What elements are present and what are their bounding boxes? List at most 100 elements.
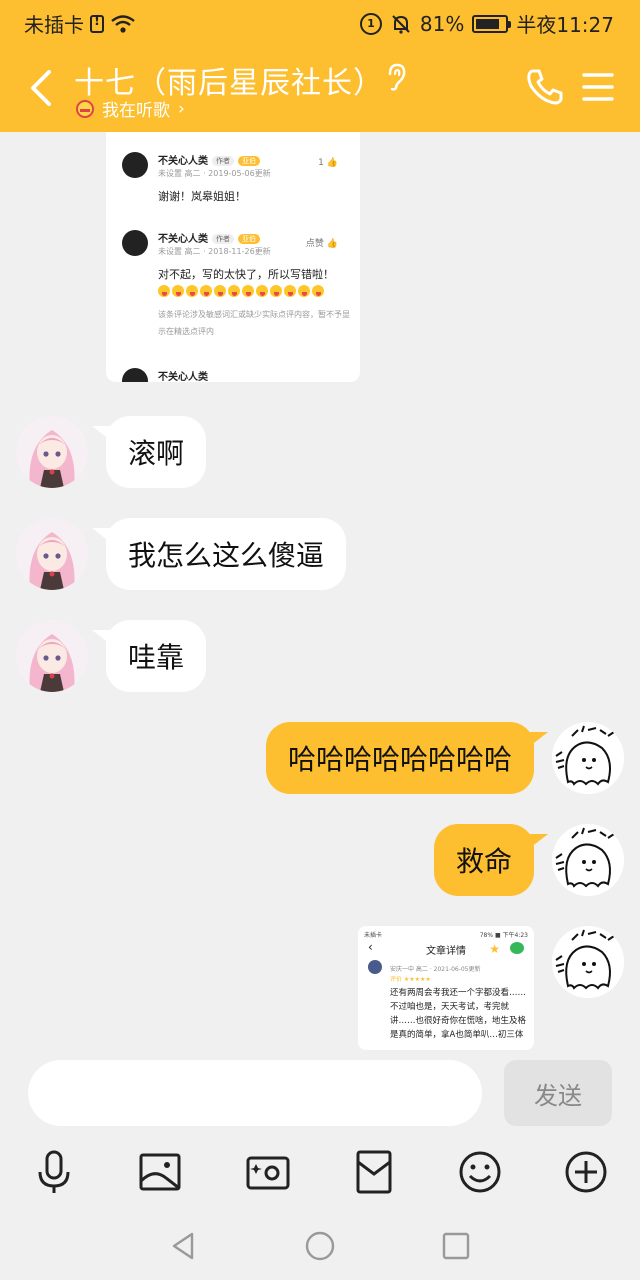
- wechat-icon: [510, 942, 524, 954]
- doodle-ghost-avatar-icon: [552, 722, 624, 794]
- carrier-label: 未插卡: [24, 13, 84, 37]
- inner-meta: 安庆一中 高二 · 2021-06-05更新: [390, 966, 481, 973]
- comment-meta: 未设置 高二 · 2019-05-06更新: [158, 169, 271, 178]
- tongue-emoji-icon: [186, 285, 198, 297]
- hd-call-icon: 1: [359, 12, 382, 35]
- chevron-left-icon: [31, 70, 51, 106]
- avatar[interactable]: [16, 416, 88, 488]
- status-subtitle[interactable]: 我在听歌 ›: [76, 96, 185, 121]
- avatar[interactable]: [16, 518, 88, 590]
- tongue-emoji-icon: [172, 285, 184, 297]
- like-label: 点赞: [305, 239, 324, 249]
- back-triangle-icon[interactable]: [164, 1226, 204, 1266]
- sim-alert-icon: [90, 14, 104, 33]
- comment-body: 谢谢！岚皋姐姐！: [158, 190, 246, 203]
- image-icon[interactable]: [136, 1148, 184, 1196]
- anime-girl-avatar-icon: [16, 620, 88, 692]
- avatar[interactable]: [552, 722, 624, 794]
- inner-rating: 评价 ★★★★★: [390, 976, 431, 983]
- star-icon: ★: [489, 942, 500, 956]
- like-count: 点赞 👍: [306, 236, 338, 249]
- anime-girl-avatar-icon: [16, 416, 88, 488]
- inner-status-right: 78% ■ 下午4:23: [479, 932, 528, 939]
- message-bubble-outgoing[interactable]: 救命: [433, 824, 534, 896]
- tongue-emoji-row: [158, 285, 354, 297]
- message-bubble-incoming[interactable]: 哇靠: [106, 620, 207, 692]
- inner-status-bar: 未插卡 78% ■ 下午4:23: [364, 930, 528, 939]
- red-packet-icon[interactable]: [350, 1148, 398, 1196]
- comment-meta: 未设置 高二 · 2018-11-26更新: [158, 247, 271, 256]
- subtitle-text: 我在听歌: [102, 101, 170, 121]
- plus-icon[interactable]: [562, 1148, 610, 1196]
- avatar[interactable]: [552, 926, 624, 998]
- composer-toolbar: [0, 1142, 640, 1204]
- system-nav-bar: [0, 1204, 640, 1280]
- tongue-emoji-icon: [284, 285, 296, 297]
- tongue-emoji-icon: [312, 285, 324, 297]
- battery-percent: 81%: [419, 11, 465, 36]
- chevron-right-icon: ›: [178, 98, 185, 119]
- comment-text: 对不起，写的太快了，所以写错啦！: [158, 268, 334, 281]
- inner-status-left: 未插卡: [364, 932, 383, 939]
- level-badge: 亚伯: [238, 234, 260, 244]
- image-message-screenshot[interactable]: 未插卡 78% ■ 下午4:23 ‹ 文章详情 ★ 安庆一中 高二 · 2021…: [358, 926, 534, 1050]
- inner-text: 还有两周会考我还一个字都没看……不过咱也是，天天考试，考完就讲……也很好奇你在慌…: [390, 988, 527, 1040]
- menu-icon[interactable]: [580, 68, 616, 106]
- doodle-ghost-avatar-icon: [552, 824, 624, 896]
- thumb-up-icon: 👍: [326, 158, 338, 168]
- emoji-icon[interactable]: [456, 1148, 504, 1196]
- ear-icon: [388, 63, 406, 91]
- home-circle-icon[interactable]: [300, 1226, 340, 1266]
- image-message-screenshot[interactable]: 不关心人类 作者 亚伯 未设置 高二 · 2019-05-06更新 1 👍 谢谢！岚…: [106, 132, 360, 382]
- chat-header: 未插卡 1 81% 半夜11:27 十七（雨后星辰社长）: [0, 0, 640, 132]
- message-bubble-incoming[interactable]: 滚啊: [106, 416, 207, 488]
- bell-muted-icon: [392, 14, 410, 34]
- commenter-name-row: 不关心人类 作者 亚伯: [158, 152, 260, 167]
- tongue-emoji-icon: [214, 285, 226, 297]
- avatar[interactable]: [16, 620, 88, 692]
- back-button[interactable]: [20, 64, 60, 112]
- commenter-avatar: [122, 152, 148, 178]
- tongue-emoji-icon: [270, 285, 282, 297]
- composer: 发送: [0, 1050, 640, 1142]
- inner-avatar: [368, 960, 382, 974]
- tongue-emoji-icon: [228, 285, 240, 297]
- like-count: 1 👍: [318, 158, 338, 168]
- camera-icon[interactable]: [244, 1148, 292, 1196]
- comment-item: 不关心人类 作者 亚伯 未设置 高二 · 2018-11-26更新 点赞 👍 对不起…: [122, 230, 352, 350]
- level-badge: 亚伯: [238, 156, 260, 166]
- tongue-emoji-icon: [298, 285, 310, 297]
- author-tag: 作者: [212, 156, 234, 166]
- bubble-tail: [530, 732, 548, 746]
- recent-square-icon[interactable]: [436, 1226, 476, 1266]
- commenter-name: 不关心人类: [158, 234, 208, 245]
- author-tag: 作者: [212, 234, 234, 244]
- avatar[interactable]: [552, 824, 624, 896]
- tongue-emoji-icon: [158, 285, 170, 297]
- commenter-name-row: 不关心人类 作者 亚伯: [158, 230, 260, 245]
- tongue-emoji-icon: [200, 285, 212, 297]
- message-bubble-incoming[interactable]: 我怎么这么傻逼: [106, 518, 347, 590]
- anime-girl-avatar-icon: [16, 518, 88, 590]
- status-bar: 未插卡 1 81% 半夜11:27: [0, 0, 640, 44]
- message-list[interactable]: 不关心人类 作者 亚伯 未设置 高二 · 2019-05-06更新 1 👍 谢谢！岚…: [0, 132, 640, 1050]
- tongue-emoji-icon: [256, 285, 268, 297]
- microphone-icon[interactable]: [30, 1148, 78, 1196]
- commenter-avatar: [122, 230, 148, 256]
- send-button[interactable]: 发送: [504, 1060, 612, 1126]
- listening-emoji-icon: [76, 99, 94, 118]
- wifi-icon: [111, 14, 135, 33]
- thumb-up-icon: 👍: [326, 239, 338, 249]
- like-label: 1: [318, 158, 324, 168]
- comment-body: 对不起，写的太快了，所以写错啦！: [158, 266, 354, 297]
- doodle-ghost-avatar-icon: [552, 926, 624, 998]
- message-input[interactable]: [28, 1060, 482, 1126]
- comment-notice: 该条评论涉及敏感词汇或缺少实际点评内容，暂不予显示在精选点评内: [158, 310, 350, 336]
- inner-page-title: 文章详情: [426, 946, 466, 957]
- phone-call-icon[interactable]: [524, 66, 566, 108]
- message-bubble-outgoing[interactable]: 哈哈哈哈哈哈哈哈: [265, 722, 534, 794]
- clock: 半夜11:27: [516, 13, 614, 37]
- battery-icon: [472, 14, 512, 33]
- commenter-name-cut: 不关心人类: [158, 372, 208, 382]
- bubble-tail: [530, 834, 548, 848]
